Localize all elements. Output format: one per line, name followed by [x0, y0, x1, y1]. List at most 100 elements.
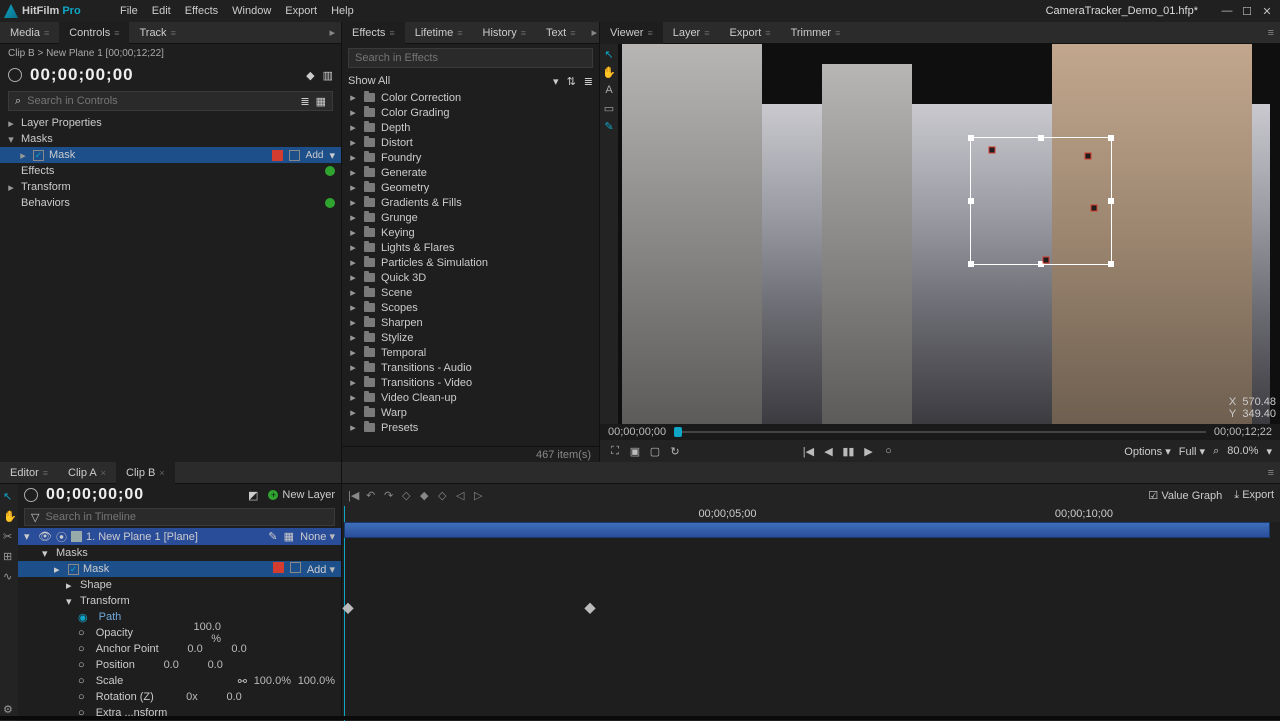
controls-search-input[interactable]: [27, 95, 294, 107]
prop-path[interactable]: ◉ Path: [18, 609, 341, 625]
mask-invert-icon[interactable]: [290, 562, 301, 573]
zoom-dropdown-icon[interactable]: ▾: [1266, 445, 1272, 458]
keyframe-all-icon[interactable]: ◆: [306, 69, 314, 82]
layer-mask[interactable]: ▸ ✓ Mask Add ▾: [18, 561, 341, 577]
effects-category[interactable]: ▸Gradients & Fills: [342, 195, 599, 210]
grid-icon[interactable]: ▦: [284, 531, 294, 543]
effects-category[interactable]: ▸Transitions - Video: [342, 375, 599, 390]
timeline-tracks[interactable]: [342, 522, 1280, 721]
fullscreen-icon[interactable]: ⛶: [608, 444, 622, 458]
timeline-playhead[interactable]: [344, 522, 345, 721]
view-list-icon[interactable]: ≣: [300, 95, 309, 108]
mask-enabled-checkbox[interactable]: ✓: [33, 150, 44, 161]
next-frame-icon[interactable]: ▶: [861, 444, 875, 458]
menu-file[interactable]: File: [120, 5, 138, 17]
keyframe-toggle-icon[interactable]: ○: [78, 675, 85, 687]
controls-timecode[interactable]: 00;00;00;00: [30, 65, 134, 85]
edit-icon[interactable]: ✎: [268, 531, 277, 543]
tab-export[interactable]: Export≡: [720, 22, 781, 44]
rate-tool-icon[interactable]: ∿: [3, 570, 15, 582]
keyframe-toggle-icon[interactable]: ◉: [78, 611, 88, 624]
effects-category[interactable]: ▸Scopes: [342, 300, 599, 315]
hand-tool-icon[interactable]: ✋: [603, 66, 615, 78]
clip-bar[interactable]: [344, 522, 1270, 538]
add-effect-icon[interactable]: [325, 166, 335, 176]
tab-clip-a[interactable]: Clip A×: [58, 462, 116, 484]
effects-search[interactable]: [348, 48, 593, 68]
filter-icon[interactable]: ▽: [31, 511, 39, 524]
keyframe-toggle-icon[interactable]: ○: [78, 659, 85, 671]
zoom-search-icon[interactable]: ⌕: [1213, 445, 1219, 458]
mask-mode[interactable]: Add: [306, 150, 324, 161]
controls-behaviors[interactable]: Behaviors: [0, 195, 341, 211]
tab-text[interactable]: Text≡: [536, 22, 585, 44]
kf-del-icon[interactable]: ◇: [438, 489, 450, 501]
scrub-track[interactable]: [674, 431, 1206, 433]
effects-category[interactable]: ▸Color Grading: [342, 105, 599, 120]
prop-scale[interactable]: ○ Scale⚯100.0%100.0%: [18, 673, 341, 689]
select-tool-icon[interactable]: ↖: [3, 490, 15, 502]
timeline-timecode[interactable]: 00;00;00;00: [46, 486, 144, 504]
view-grid-icon[interactable]: ▦: [316, 95, 326, 108]
controls-transform[interactable]: ▸Transform: [0, 179, 341, 195]
kf-diamond-icon[interactable]: ◇: [402, 489, 414, 501]
settings-icon[interactable]: ⚙: [3, 703, 15, 715]
view-icon[interactable]: ≣: [584, 75, 593, 88]
editor-tab-menu-icon[interactable]: ≡: [1262, 467, 1280, 479]
menu-export[interactable]: Export: [285, 5, 317, 17]
timeline-search-input[interactable]: [45, 511, 328, 523]
prop-opacity[interactable]: ○ Opacity100.0 %: [18, 625, 341, 641]
menu-effects[interactable]: Effects: [185, 5, 218, 17]
timeline-export-button[interactable]: ⤓ Export: [1234, 489, 1274, 502]
effects-category[interactable]: ▸Grunge: [342, 210, 599, 225]
viewer-scrubber[interactable]: 00;00;00;00 00;00;12;22: [600, 424, 1280, 440]
menu-window[interactable]: Window: [232, 5, 271, 17]
prop-position[interactable]: ○ Position0.00.0: [18, 657, 341, 673]
tab-trimmer[interactable]: Trimmer≡: [781, 22, 851, 44]
effects-category[interactable]: ▸Lights & Flares: [342, 240, 599, 255]
effects-category[interactable]: ▸Generate: [342, 165, 599, 180]
lock-icon[interactable]: ⦿: [56, 529, 67, 545]
eye-icon[interactable]: 👁: [38, 530, 52, 543]
effects-category[interactable]: ▸Color Correction: [342, 90, 599, 105]
rect-mask-tool-icon[interactable]: ▭: [603, 102, 615, 114]
effects-category[interactable]: ▸Scene: [342, 285, 599, 300]
snapshot-icon[interactable]: ▢: [648, 444, 662, 458]
select-tool-icon[interactable]: ↖: [603, 48, 615, 60]
effects-category[interactable]: ▸Sharpen: [342, 315, 599, 330]
prop-rotation[interactable]: ○ Rotation (Z)0x0.0: [18, 689, 341, 705]
effects-category[interactable]: ▸Keying: [342, 225, 599, 240]
effects-category[interactable]: ▸Geometry: [342, 180, 599, 195]
controls-search[interactable]: ⌕ ≣ ▦: [8, 91, 333, 111]
timeline-playhead[interactable]: [344, 506, 345, 522]
effects-filter[interactable]: Show All: [348, 75, 390, 87]
controls-masks[interactable]: ▾Masks: [0, 131, 341, 147]
viewer-quality[interactable]: Full ▾: [1179, 445, 1205, 458]
kf-nav-prev-icon[interactable]: ◁: [456, 489, 468, 501]
pen-mask-tool-icon[interactable]: ✎: [603, 120, 615, 132]
filter-dropdown-icon[interactable]: ▾: [553, 75, 559, 88]
safe-zones-icon[interactable]: ▣: [628, 444, 642, 458]
tab-editor[interactable]: Editor≡: [0, 462, 58, 484]
effects-category[interactable]: ▸Temporal: [342, 345, 599, 360]
mask-enabled-checkbox[interactable]: ✓: [68, 564, 79, 575]
controls-effects[interactable]: Effects: [0, 163, 341, 179]
mask-invert-icon[interactable]: [289, 150, 300, 161]
viewer-zoom[interactable]: 80.0%: [1227, 445, 1258, 457]
effects-category[interactable]: ▸Depth: [342, 120, 599, 135]
go-start-icon[interactable]: |◀: [801, 444, 815, 458]
mask-mode-dropdown-icon[interactable]: ▾: [329, 149, 335, 162]
maximize-button[interactable]: ☐: [1238, 4, 1256, 18]
layer-mask-transform[interactable]: ▾Transform: [18, 593, 341, 609]
prev-frame-icon[interactable]: ◀: [821, 444, 835, 458]
layer-masks[interactable]: ▾Masks: [18, 545, 341, 561]
viewer-tab-menu-icon[interactable]: ≡: [1262, 27, 1280, 39]
timeline-ruler[interactable]: 00;00;05;00 00;00;10;00: [342, 506, 1280, 522]
slice-tool-icon[interactable]: ✂: [3, 530, 15, 542]
go-end-icon[interactable]: ○: [881, 444, 895, 458]
new-layer-button[interactable]: +New Layer: [268, 489, 335, 501]
mask-mode[interactable]: Add: [307, 564, 327, 576]
tab-controls[interactable]: Controls≡: [59, 22, 129, 44]
play-icon[interactable]: ▮▮: [841, 444, 855, 458]
sort-icon[interactable]: ⇅: [567, 75, 576, 88]
